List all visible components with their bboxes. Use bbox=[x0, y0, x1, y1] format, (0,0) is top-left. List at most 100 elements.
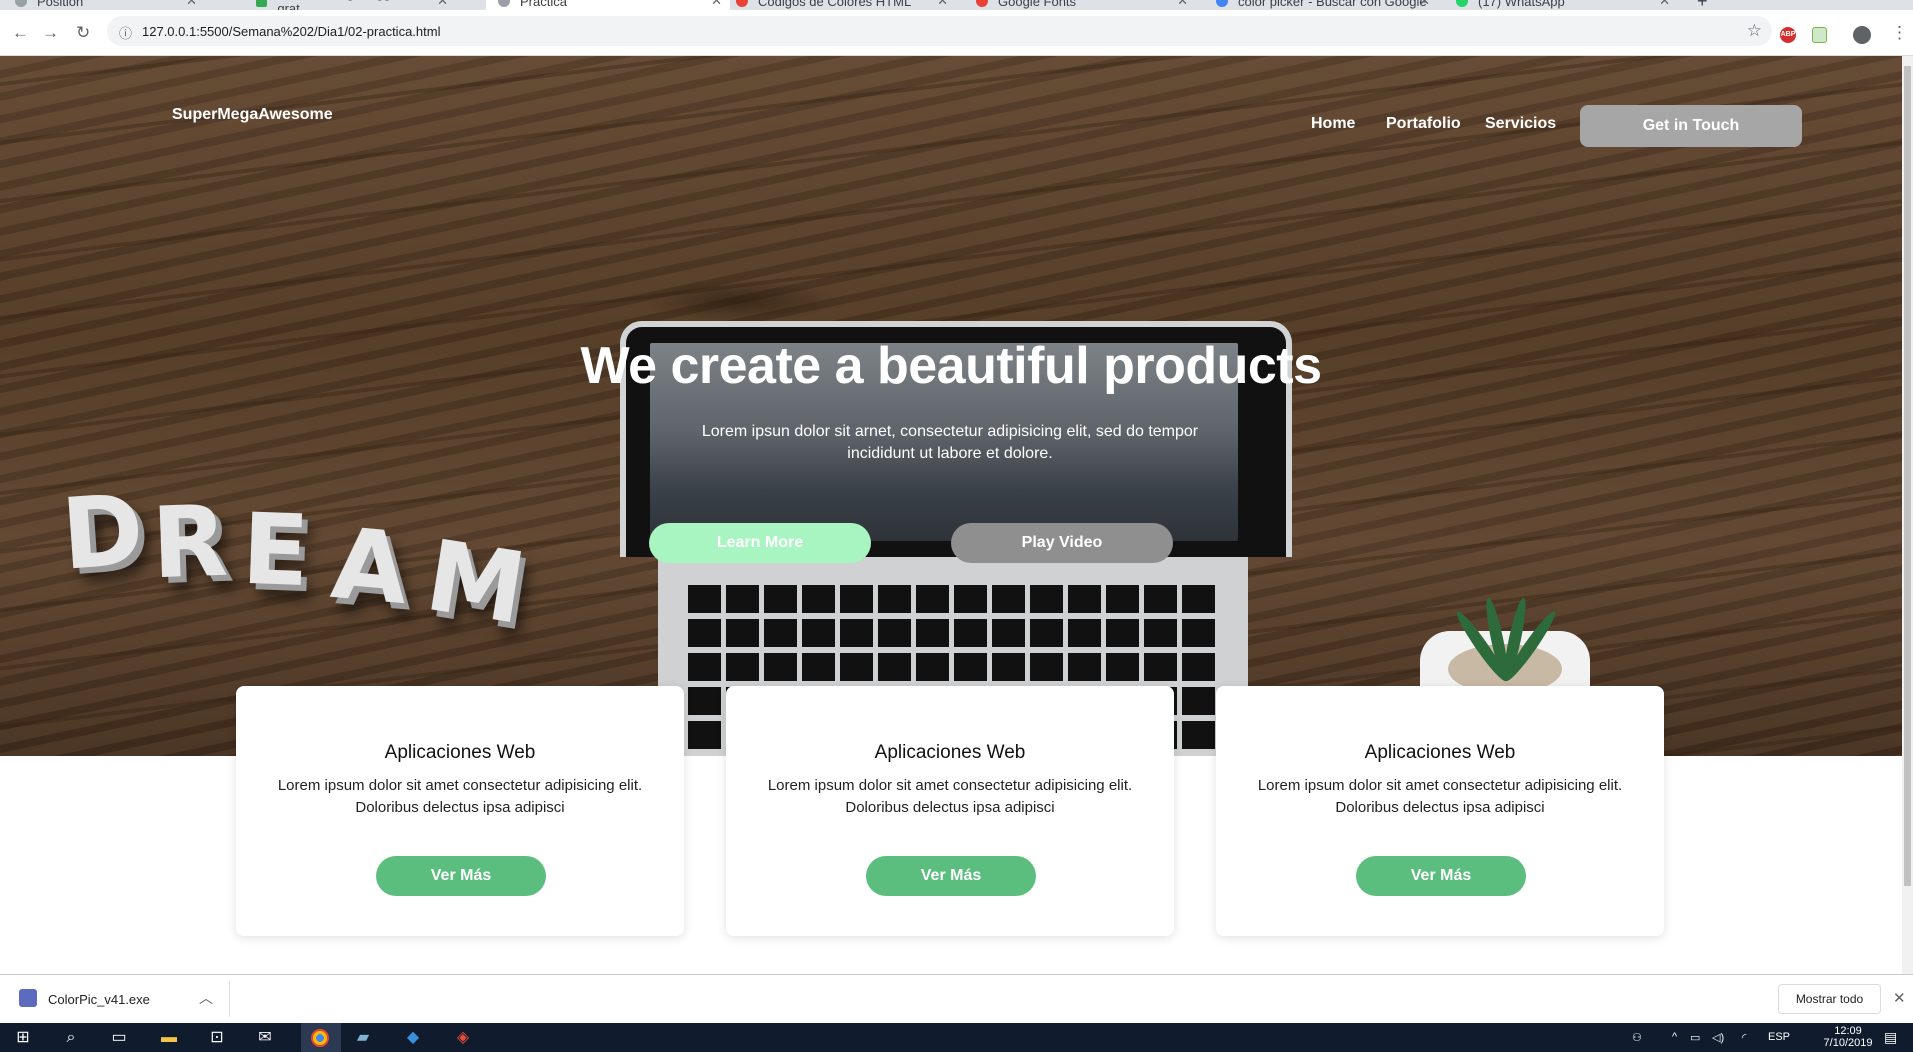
decor-letter: R bbox=[150, 484, 230, 602]
close-icon[interactable]: ✕ bbox=[1419, 0, 1430, 9]
chrome-icon bbox=[736, 0, 748, 7]
wifi-icon[interactable]: ◜ bbox=[1742, 1031, 1746, 1044]
mail-icon[interactable]: ✉ bbox=[254, 1027, 276, 1049]
globe-icon bbox=[498, 0, 510, 7]
close-icon[interactable]: ✕ bbox=[1177, 0, 1188, 9]
google-icon bbox=[1216, 0, 1228, 7]
close-icon[interactable]: ✕ bbox=[437, 0, 448, 9]
get-in-touch-button[interactable]: Get in Touch bbox=[1580, 105, 1802, 147]
ver-mas-button[interactable]: Ver Más bbox=[1356, 856, 1526, 896]
brand-logo[interactable]: SuperMegaAwesome bbox=[172, 106, 333, 124]
time: 12:09 bbox=[1834, 1025, 1862, 1037]
tab-bebidas[interactable]: Bebidas Blog Blogger - Foto grat ✕ bbox=[256, 0, 456, 10]
hero-title: We create a beautiful products bbox=[580, 337, 1322, 395]
page-viewport: D R E A M SuperMegaAwesome Home Portafol… bbox=[0, 56, 1902, 974]
reload-icon[interactable]: ↻ bbox=[76, 23, 90, 43]
address-bar[interactable]: ⓘ 127.0.0.1:5500/Semana%202/Dia1/02-prac… bbox=[107, 16, 1772, 46]
learn-more-button[interactable]: Learn More bbox=[649, 523, 871, 563]
date: 7/10/2019 bbox=[1823, 1037, 1873, 1049]
browser-toolbar: ← → ↻ ⓘ 127.0.0.1:5500/Semana%202/Dia1/0… bbox=[0, 10, 1913, 56]
tab-colores[interactable]: Codigos de Colores HTML ✕ bbox=[736, 0, 956, 10]
download-filename[interactable]: ColorPic_v41.exe bbox=[48, 992, 150, 1007]
git-icon[interactable]: ◈ bbox=[452, 1027, 474, 1049]
url-text[interactable]: 127.0.0.1:5500/Semana%202/Dia1/02-practi… bbox=[142, 24, 440, 39]
page-scrollbar[interactable] bbox=[1902, 56, 1913, 974]
tab-practica[interactable]: Practica ✕ bbox=[486, 0, 730, 10]
card-title: Aplicaciones Web bbox=[874, 742, 1026, 763]
dream-letters-decoration: D R E A M bbox=[58, 473, 542, 647]
people-icon[interactable]: ⚇ bbox=[1632, 1031, 1642, 1044]
file-explorer-icon[interactable]: ▬ bbox=[158, 1027, 180, 1049]
close-icon[interactable]: ✕ bbox=[1659, 0, 1670, 9]
tab-title: Practica bbox=[520, 0, 567, 9]
tab-google-fonts[interactable]: Google Fonts ✕ bbox=[976, 0, 1196, 10]
search-icon[interactable]: ⌕ bbox=[60, 1027, 82, 1049]
store-icon[interactable]: ⊡ bbox=[206, 1027, 228, 1049]
decor-letter: D bbox=[58, 473, 148, 593]
card-text: Lorem ipsum dolor sit amet consectetur a… bbox=[1257, 777, 1623, 816]
show-all-downloads-button[interactable]: Mostrar todo bbox=[1778, 984, 1881, 1014]
tab-title: Google Fonts bbox=[998, 0, 1077, 9]
chevron-up-icon[interactable]: ︿ bbox=[199, 988, 213, 1008]
back-icon[interactable]: ← bbox=[12, 23, 29, 43]
ver-mas-button[interactable]: Ver Más bbox=[866, 856, 1036, 896]
chevron-up-icon[interactable]: ^ bbox=[1672, 1031, 1677, 1043]
decor-letter: A bbox=[327, 506, 413, 628]
forward-icon[interactable]: → bbox=[42, 23, 59, 43]
language-indicator[interactable]: ESP bbox=[1768, 1031, 1790, 1043]
nav-home[interactable]: Home bbox=[1311, 115, 1355, 133]
close-icon[interactable]: ✕ bbox=[711, 0, 722, 9]
tab-strip: Position ✕ Bebidas Blog Blogger - Foto g… bbox=[0, 0, 1913, 10]
service-card: Aplicaciones Web Lorem ipsum dolor sit a… bbox=[1216, 686, 1664, 936]
tab-whatsapp[interactable]: (17) WhatsApp ✕ bbox=[1456, 0, 1678, 10]
tab-title: Codigos de Colores HTML bbox=[758, 0, 912, 9]
globe-icon bbox=[15, 0, 27, 7]
service-card: Aplicaciones Web Lorem ipsum dolor sit a… bbox=[726, 686, 1174, 936]
bookmark-star-icon[interactable]: ☆ bbox=[1747, 21, 1762, 41]
divider bbox=[229, 981, 230, 1017]
decor-letter: M bbox=[418, 519, 533, 647]
ver-mas-button[interactable]: Ver Más bbox=[376, 856, 546, 896]
volume-icon[interactable]: ◁) bbox=[1712, 1031, 1724, 1044]
tab-color-picker[interactable]: color picker - Buscar con Google ✕ bbox=[1216, 0, 1438, 10]
card-text: Lorem ipsum dolor sit amet consectetur a… bbox=[277, 777, 643, 816]
nav-services[interactable]: Servicios bbox=[1485, 115, 1556, 133]
tab-title: Bebidas Blog Blogger - Foto grat bbox=[277, 0, 440, 10]
nav-portfolio[interactable]: Portafolio bbox=[1386, 115, 1461, 133]
tab-position[interactable]: Position ✕ bbox=[15, 0, 205, 10]
windows-start-icon[interactable]: ⊞ bbox=[12, 1027, 34, 1049]
image-icon bbox=[256, 0, 268, 7]
close-icon[interactable]: ✕ bbox=[1893, 989, 1906, 1007]
close-icon[interactable]: ✕ bbox=[186, 0, 197, 9]
card-title: Aplicaciones Web bbox=[1364, 742, 1516, 763]
new-tab-icon[interactable]: + bbox=[1697, 0, 1708, 10]
tab-title: Position bbox=[37, 0, 84, 9]
download-shelf: ColorPic_v41.exe ︿ Mostrar todo ✕ bbox=[0, 974, 1913, 1024]
hero-section: D R E A M SuperMegaAwesome Home Portafol… bbox=[0, 56, 1902, 756]
menu-kebab-icon[interactable]: ⋮ bbox=[1891, 23, 1908, 43]
service-card: Aplicaciones Web Lorem ipsum dolor sit a… bbox=[236, 686, 684, 936]
task-view-icon[interactable]: ▭ bbox=[108, 1027, 130, 1049]
notes-icon[interactable]: ▰ bbox=[352, 1027, 374, 1049]
hero-subtitle: Lorem ipsun dolor sit arnet, consectetur… bbox=[701, 423, 1199, 462]
windows-taskbar: ⊞ ⌕ ▭ ▬ ⊡ ✉ ▰ ◆ ◈ ⚇ ^ ▭ ◁) ◜ ESP 12:09 7… bbox=[0, 1023, 1913, 1052]
adblock-icon[interactable]: ABP bbox=[1780, 27, 1796, 43]
close-icon[interactable]: ✕ bbox=[937, 0, 948, 9]
vscode-icon[interactable]: ◆ bbox=[402, 1027, 424, 1049]
notifications-icon[interactable]: ▤ bbox=[1884, 1029, 1897, 1046]
play-video-button[interactable]: Play Video bbox=[951, 523, 1173, 563]
exe-file-icon bbox=[19, 989, 37, 1007]
card-text: Lorem ipsum dolor sit amet consectetur a… bbox=[767, 777, 1133, 816]
battery-icon[interactable]: ▭ bbox=[1690, 1031, 1700, 1044]
chrome-icon[interactable] bbox=[311, 1029, 329, 1047]
card-title: Aplicaciones Web bbox=[384, 742, 536, 763]
info-icon[interactable]: ⓘ bbox=[119, 23, 132, 42]
extension-icon[interactable] bbox=[1812, 27, 1827, 43]
tab-title: color picker - Buscar con Google bbox=[1238, 0, 1427, 9]
clock[interactable]: 12:09 7/10/2019 bbox=[1818, 1025, 1878, 1049]
decor-letter: E bbox=[240, 492, 311, 610]
whatsapp-icon bbox=[1456, 0, 1468, 7]
google-fonts-icon bbox=[976, 0, 988, 7]
scrollbar-thumb[interactable] bbox=[1904, 66, 1911, 886]
profile-avatar-icon[interactable] bbox=[1853, 26, 1871, 44]
